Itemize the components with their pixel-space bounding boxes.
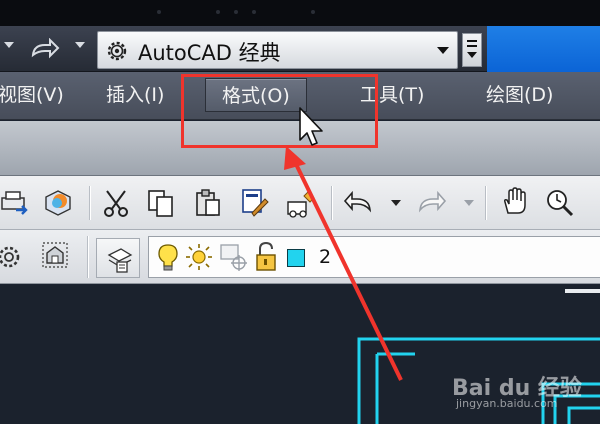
toolbar-separator bbox=[87, 236, 89, 278]
pan-icon[interactable] bbox=[500, 186, 530, 216]
paste-icon[interactable] bbox=[193, 188, 223, 218]
bezel-dot bbox=[252, 10, 256, 14]
freeze-viewport-icon[interactable] bbox=[219, 243, 249, 273]
workspace-switcher[interactable]: AutoCAD 经典 bbox=[97, 31, 458, 69]
chevron-down-icon bbox=[467, 52, 477, 58]
menu-draw[interactable]: 绘图(D) bbox=[486, 78, 553, 112]
customize-quick-access-button[interactable] bbox=[462, 33, 482, 67]
redo-arrow-icon[interactable] bbox=[30, 38, 60, 60]
annotation-highlight-box bbox=[181, 74, 378, 148]
cut-icon[interactable] bbox=[101, 188, 131, 218]
layer-control-dropdown[interactable]: 2 bbox=[148, 236, 600, 278]
zoom-realtime-icon[interactable] bbox=[545, 188, 575, 218]
bezel-dot bbox=[311, 10, 315, 14]
toolbar-separator bbox=[485, 186, 487, 220]
unlock-icon[interactable] bbox=[255, 241, 281, 273]
sun-icon[interactable] bbox=[185, 243, 213, 271]
gear-icon bbox=[107, 41, 127, 61]
canvas-scrollbar[interactable] bbox=[565, 289, 600, 293]
menu-insert[interactable]: 插入(I) bbox=[106, 78, 164, 112]
block-editor-icon[interactable] bbox=[286, 188, 316, 218]
baidu-jingyan-watermark: Bai du 经验 jingyan.baidu.com bbox=[452, 370, 600, 414]
chevron-down-icon[interactable] bbox=[437, 47, 449, 54]
bezel-dot bbox=[234, 10, 238, 14]
undo-icon[interactable] bbox=[343, 188, 373, 218]
window-bezel bbox=[0, 0, 600, 26]
copy-icon[interactable] bbox=[146, 188, 176, 218]
menu-line-icon bbox=[467, 40, 477, 42]
plot-icon[interactable] bbox=[0, 188, 30, 218]
undo-dropdown-chevron-icon[interactable] bbox=[4, 42, 14, 48]
current-layer-name: 2 bbox=[319, 246, 332, 268]
lightbulb-icon[interactable] bbox=[157, 243, 179, 273]
standard-toolbar bbox=[0, 176, 600, 230]
workspace-label: AutoCAD 经典 bbox=[138, 41, 281, 65]
layer-color-swatch[interactable] bbox=[287, 249, 305, 267]
menu-view[interactable]: 视图(V) bbox=[0, 78, 64, 112]
workspace-settings-icon[interactable] bbox=[0, 242, 24, 272]
watermark-url: jingyan.baidu.com bbox=[456, 397, 558, 410]
undo-dropdown-chevron-icon[interactable] bbox=[391, 200, 401, 206]
redo-icon[interactable] bbox=[417, 188, 447, 218]
layer-states-icon[interactable] bbox=[40, 240, 70, 270]
bezel-dot bbox=[216, 10, 220, 14]
redo-dropdown-chevron-icon[interactable] bbox=[464, 200, 474, 206]
layer-properties-button[interactable] bbox=[96, 238, 140, 278]
title-bar bbox=[487, 26, 600, 72]
match-properties-icon[interactable] bbox=[240, 188, 270, 218]
toolbar-separator bbox=[89, 186, 91, 220]
bezel-dot bbox=[157, 10, 161, 14]
menu-line-icon bbox=[467, 45, 477, 47]
redo-dropdown-chevron-icon[interactable] bbox=[75, 42, 85, 48]
3d-dwf-icon[interactable] bbox=[43, 188, 73, 218]
toolbar-separator bbox=[331, 186, 333, 220]
layer-properties-icon bbox=[107, 248, 133, 273]
